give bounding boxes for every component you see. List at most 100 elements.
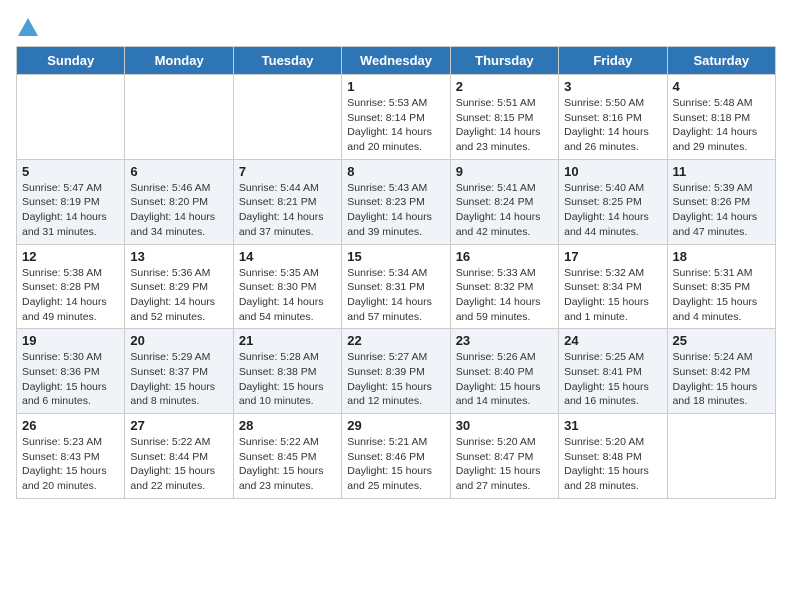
day-info: Sunrise: 5:23 AM Sunset: 8:43 PM Dayligh…: [22, 435, 119, 494]
day-info: Sunrise: 5:53 AM Sunset: 8:14 PM Dayligh…: [347, 96, 444, 155]
calendar-header-row: SundayMondayTuesdayWednesdayThursdayFrid…: [17, 47, 776, 75]
day-number: 7: [239, 164, 336, 179]
calendar-cell: 13Sunrise: 5:36 AM Sunset: 8:29 PM Dayli…: [125, 244, 233, 329]
day-of-week-header: Thursday: [450, 47, 558, 75]
day-info: Sunrise: 5:31 AM Sunset: 8:35 PM Dayligh…: [673, 266, 770, 325]
calendar-cell: 24Sunrise: 5:25 AM Sunset: 8:41 PM Dayli…: [559, 329, 667, 414]
day-info: Sunrise: 5:21 AM Sunset: 8:46 PM Dayligh…: [347, 435, 444, 494]
logo-icon: [17, 16, 39, 38]
day-number: 15: [347, 249, 444, 264]
day-number: 11: [673, 164, 770, 179]
day-number: 20: [130, 333, 227, 348]
calendar-cell: 4 Sunrise: 5:48 AM Sunset: 8:18 PM Daylig…: [667, 75, 775, 160]
day-info: Sunrise: 5:50 AM Sunset: 8:16 PM Dayligh…: [564, 96, 661, 155]
day-number: 6: [130, 164, 227, 179]
day-number: 19: [22, 333, 119, 348]
day-info: Sunrise: 5:20 AM Sunset: 8:47 PM Dayligh…: [456, 435, 553, 494]
calendar-cell: 8 Sunrise: 5:43 AM Sunset: 8:23 PM Daylig…: [342, 159, 450, 244]
day-info: Sunrise: 5:46 AM Sunset: 8:20 PM Dayligh…: [130, 181, 227, 240]
calendar-cell: 26 Sunrise: 5:23 AM Sunset: 8:43 PM Dayli…: [17, 414, 125, 499]
calendar-cell: 29Sunrise: 5:21 AM Sunset: 8:46 PM Dayli…: [342, 414, 450, 499]
calendar-cell: 31 Sunrise: 5:20 AM Sunset: 8:48 PM Dayli…: [559, 414, 667, 499]
day-number: 17: [564, 249, 661, 264]
calendar-table: SundayMondayTuesdayWednesdayThursdayFrid…: [16, 46, 776, 499]
calendar-cell: 15 Sunrise: 5:34 AM Sunset: 8:31 PM Dayli…: [342, 244, 450, 329]
logo: [16, 16, 39, 38]
day-number: 9: [456, 164, 553, 179]
day-info: Sunrise: 5:48 AM Sunset: 8:18 PM Dayligh…: [673, 96, 770, 155]
day-number: 26: [22, 418, 119, 433]
calendar-cell: 18 Sunrise: 5:31 AM Sunset: 8:35 PM Dayli…: [667, 244, 775, 329]
calendar-cell: 9 Sunrise: 5:41 AM Sunset: 8:24 PM Daylig…: [450, 159, 558, 244]
day-number: 5: [22, 164, 119, 179]
day-info: Sunrise: 5:41 AM Sunset: 8:24 PM Dayligh…: [456, 181, 553, 240]
day-number: 23: [456, 333, 553, 348]
calendar-cell: [667, 414, 775, 499]
page-header: [16, 16, 776, 38]
day-number: 2: [456, 79, 553, 94]
day-of-week-header: Tuesday: [233, 47, 341, 75]
calendar-cell: 19 Sunrise: 5:30 AM Sunset: 8:36 PM Dayli…: [17, 329, 125, 414]
day-info: Sunrise: 5:43 AM Sunset: 8:23 PM Dayligh…: [347, 181, 444, 240]
day-number: 10: [564, 164, 661, 179]
day-info: Sunrise: 5:30 AM Sunset: 8:36 PM Dayligh…: [22, 350, 119, 409]
day-info: Sunrise: 5:33 AM Sunset: 8:32 PM Dayligh…: [456, 266, 553, 325]
day-number: 16: [456, 249, 553, 264]
day-of-week-header: Wednesday: [342, 47, 450, 75]
day-info: Sunrise: 5:24 AM Sunset: 8:42 PM Dayligh…: [673, 350, 770, 409]
day-number: 8: [347, 164, 444, 179]
day-info: Sunrise: 5:27 AM Sunset: 8:39 PM Dayligh…: [347, 350, 444, 409]
day-info: Sunrise: 5:44 AM Sunset: 8:21 PM Dayligh…: [239, 181, 336, 240]
calendar-cell: 5 Sunrise: 5:47 AM Sunset: 8:19 PM Daylig…: [17, 159, 125, 244]
calendar-cell: 30 Sunrise: 5:20 AM Sunset: 8:47 PM Dayli…: [450, 414, 558, 499]
day-info: Sunrise: 5:47 AM Sunset: 8:19 PM Dayligh…: [22, 181, 119, 240]
day-info: Sunrise: 5:20 AM Sunset: 8:48 PM Dayligh…: [564, 435, 661, 494]
day-of-week-header: Saturday: [667, 47, 775, 75]
day-number: 30: [456, 418, 553, 433]
day-number: 12: [22, 249, 119, 264]
calendar-cell: 22Sunrise: 5:27 AM Sunset: 8:39 PM Dayli…: [342, 329, 450, 414]
day-info: Sunrise: 5:39 AM Sunset: 8:26 PM Dayligh…: [673, 181, 770, 240]
calendar-week-row: 12 Sunrise: 5:38 AM Sunset: 8:28 PM Dayli…: [17, 244, 776, 329]
calendar-cell: 23 Sunrise: 5:26 AM Sunset: 8:40 PM Dayli…: [450, 329, 558, 414]
calendar-week-row: 5 Sunrise: 5:47 AM Sunset: 8:19 PM Daylig…: [17, 159, 776, 244]
day-number: 1: [347, 79, 444, 94]
day-number: 18: [673, 249, 770, 264]
day-number: 4: [673, 79, 770, 94]
calendar-cell: [233, 75, 341, 160]
day-number: 28: [239, 418, 336, 433]
calendar-cell: [17, 75, 125, 160]
calendar-cell: 10 Sunrise: 5:40 AM Sunset: 8:25 PM Dayli…: [559, 159, 667, 244]
calendar-cell: 12 Sunrise: 5:38 AM Sunset: 8:28 PM Dayli…: [17, 244, 125, 329]
day-of-week-header: Sunday: [17, 47, 125, 75]
day-info: Sunrise: 5:32 AM Sunset: 8:34 PM Dayligh…: [564, 266, 661, 325]
calendar-cell: 27Sunrise: 5:22 AM Sunset: 8:44 PM Dayli…: [125, 414, 233, 499]
calendar-cell: 25Sunrise: 5:24 AM Sunset: 8:42 PM Dayli…: [667, 329, 775, 414]
day-number: 31: [564, 418, 661, 433]
day-of-week-header: Monday: [125, 47, 233, 75]
calendar-cell: 1 Sunrise: 5:53 AM Sunset: 8:14 PM Daylig…: [342, 75, 450, 160]
day-number: 14: [239, 249, 336, 264]
day-info: Sunrise: 5:25 AM Sunset: 8:41 PM Dayligh…: [564, 350, 661, 409]
day-info: Sunrise: 5:26 AM Sunset: 8:40 PM Dayligh…: [456, 350, 553, 409]
day-info: Sunrise: 5:22 AM Sunset: 8:45 PM Dayligh…: [239, 435, 336, 494]
day-number: 21: [239, 333, 336, 348]
day-info: Sunrise: 5:35 AM Sunset: 8:30 PM Dayligh…: [239, 266, 336, 325]
calendar-cell: 21Sunrise: 5:28 AM Sunset: 8:38 PM Dayli…: [233, 329, 341, 414]
day-number: 3: [564, 79, 661, 94]
day-info: Sunrise: 5:40 AM Sunset: 8:25 PM Dayligh…: [564, 181, 661, 240]
day-number: 27: [130, 418, 227, 433]
calendar-cell: 14 Sunrise: 5:35 AM Sunset: 8:30 PM Dayli…: [233, 244, 341, 329]
calendar-cell: 28 Sunrise: 5:22 AM Sunset: 8:45 PM Dayli…: [233, 414, 341, 499]
day-info: Sunrise: 5:38 AM Sunset: 8:28 PM Dayligh…: [22, 266, 119, 325]
day-of-week-header: Friday: [559, 47, 667, 75]
calendar-cell: 7 Sunrise: 5:44 AM Sunset: 8:21 PM Daylig…: [233, 159, 341, 244]
day-info: Sunrise: 5:36 AM Sunset: 8:29 PM Dayligh…: [130, 266, 227, 325]
calendar-cell: 11 Sunrise: 5:39 AM Sunset: 8:26 PM Dayli…: [667, 159, 775, 244]
calendar-cell: 6 Sunrise: 5:46 AM Sunset: 8:20 PM Daylig…: [125, 159, 233, 244]
calendar-cell: [125, 75, 233, 160]
calendar-week-row: 1 Sunrise: 5:53 AM Sunset: 8:14 PM Daylig…: [17, 75, 776, 160]
day-info: Sunrise: 5:29 AM Sunset: 8:37 PM Dayligh…: [130, 350, 227, 409]
calendar-week-row: 26 Sunrise: 5:23 AM Sunset: 8:43 PM Dayli…: [17, 414, 776, 499]
day-info: Sunrise: 5:34 AM Sunset: 8:31 PM Dayligh…: [347, 266, 444, 325]
